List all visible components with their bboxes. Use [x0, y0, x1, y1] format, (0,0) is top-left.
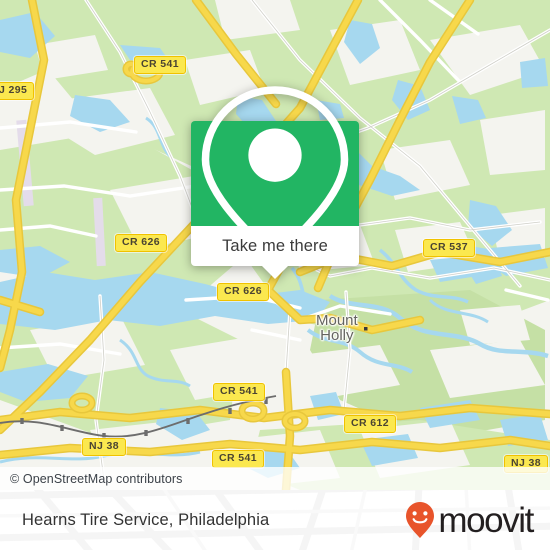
road-shield-cr541-n: CR 541 — [134, 56, 187, 74]
road-shield-cr537: CR 537 — [423, 239, 476, 257]
road-shield-nj295: J 295 — [0, 82, 35, 100]
popup-pointer — [262, 266, 288, 279]
road-shield-cr541-s2: CR 541 — [212, 450, 265, 468]
moovit-pin-icon — [406, 502, 435, 538]
map-screenshot: J 295 CR 541 CR 626 CR 626 CR 537 CR 541… — [0, 0, 550, 550]
map-canvas[interactable]: J 295 CR 541 CR 626 CR 626 CR 537 CR 541… — [0, 0, 550, 490]
take-me-there-label: Take me there — [222, 236, 328, 255]
road-shield-cr626-w: CR 626 — [115, 234, 168, 252]
moovit-wordmark: moovit — [438, 500, 534, 540]
osm-attribution[interactable]: © OpenStreetMap contributors — [0, 467, 550, 490]
road-shield-nj38-w: NJ 38 — [82, 438, 127, 456]
location-title: Hearns Tire Service, Philadelphia — [22, 510, 270, 529]
map-pin-icon — [201, 85, 349, 262]
footer-bar: Hearns Tire Service, Philadelphia moovit — [0, 490, 550, 550]
popup-icon-area — [191, 85, 359, 262]
location-popup-card[interactable]: Take me there — [191, 85, 359, 279]
osm-attribution-text: © OpenStreetMap contributors — [10, 471, 183, 486]
moovit-logo[interactable]: moovit — [405, 500, 534, 540]
